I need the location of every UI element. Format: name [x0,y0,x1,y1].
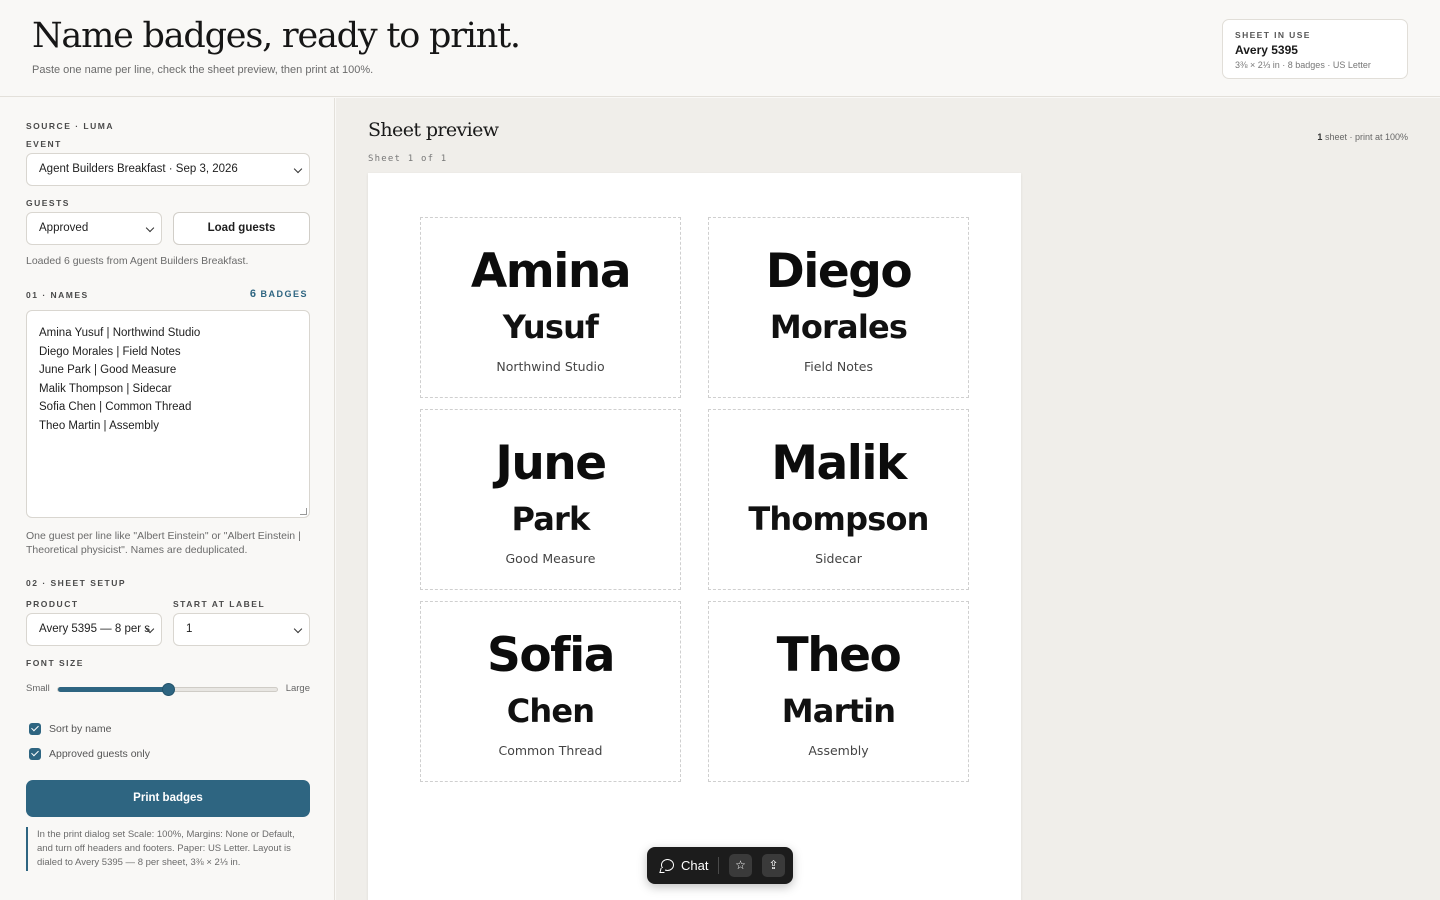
sheet-counter: Sheet 1 of 1 [368,154,448,164]
font-small-label: Small [26,683,50,694]
badge-first-name: Malik [771,436,907,491]
badge-last-name: Martin [781,692,896,730]
loaded-status: Loaded 6 guests from Agent Builders Brea… [26,255,249,267]
sheet-card-meta: 3⅜ × 2⅓ in · 8 badges · US Letter [1235,60,1371,70]
event-label: EVENT [26,139,62,149]
sheet-card-product: Avery 5395 [1235,43,1298,57]
product-select-value: Avery 5395 — 8 per s [39,623,151,635]
print-instructions-note: In the print dialog set Scale: 100%, Mar… [26,827,310,871]
sheet-paper: Amina Yusuf Northwind Studio Diego Moral… [368,173,1021,900]
chevron-down-icon [145,223,155,233]
source-label: SOURCE · LUMA [26,121,114,131]
sort-by-name-label: Sort by name [49,723,112,735]
page-title: Name badges, ready to print. [32,16,521,56]
approved-only-label: Approved guests only [49,748,150,760]
event-select[interactable]: Agent Builders Breakfast · Sep 3, 2026 [26,153,310,186]
badge-card: Theo Martin Assembly [708,601,969,782]
page-subtitle: Paste one name per line, check the sheet… [32,64,374,76]
slider-fill [58,687,168,692]
event-select-value: Agent Builders Breakfast · Sep 3, 2026 [39,163,238,175]
print-badges-button[interactable]: Print badges [26,780,310,817]
checkbox-checked-icon[interactable] [29,723,41,735]
start-at-label-value: 1 [186,623,193,635]
load-guests-button[interactable]: Load guests [173,212,310,245]
font-size-slider[interactable] [57,683,278,696]
floating-chat-bar: Chat ☆ ⇪ [647,847,793,884]
guests-filter-select[interactable]: Approved [26,212,162,245]
preview-meta: 1 sheet · print at 100% [1317,132,1408,142]
names-line: Sofia Chen | Common Thread [39,401,192,413]
product-select[interactable]: Avery 5395 — 8 per s [26,613,162,646]
names-hint: One guest per line like "Albert Einstein… [26,530,301,556]
settings-sidebar: SOURCE · LUMA EVENT Agent Builders Break… [0,98,335,900]
badge-first-name: Amina [470,244,632,299]
chevron-down-icon [293,624,303,634]
resize-grip-icon[interactable] [300,508,307,515]
preview-title: Sheet preview [368,119,499,141]
preview-meta-text: sheet · print at 100% [1322,132,1408,142]
sheet-card-kicker: SHEET IN USE [1235,30,1311,40]
start-label: START AT LABEL [173,599,266,609]
start-at-label-select[interactable]: 1 [173,613,310,646]
preview-panel: Sheet preview 1 sheet · print at 100% Sh… [336,98,1440,900]
guests-filter-value: Approved [39,222,89,234]
badge-count: 6 BADGES [250,288,308,300]
slider-thumb[interactable] [161,683,175,696]
names-section-label: 01 · NAMES [26,290,89,300]
badge-organization: Good Measure [505,551,596,566]
badge-first-name: Sofia [487,628,615,683]
badge-count-label: BADGES [260,289,308,299]
names-line: Theo Martin | Assembly [39,419,159,432]
badge-organization: Field Notes [804,359,873,374]
names-textarea[interactable]: Amina Yusuf | Northwind Studio Diego Mor… [26,310,310,518]
badge-card: June Park Good Measure [420,409,681,590]
badge-count-number: 6 [249,288,258,300]
sheet-setup-label: 02 · SHEET SETUP [26,578,127,588]
font-size-label: FONT SIZE [26,658,84,668]
names-line: Diego Morales | Field Notes [39,345,181,358]
badge-organization: Sidecar [815,551,862,566]
checkbox-checked-icon[interactable] [29,748,41,760]
names-line: Malik Thompson | Sidecar [39,382,172,395]
badge-card: Malik Thompson Sidecar [708,409,969,590]
font-large-label: Large [285,683,310,694]
badge-card: Diego Morales Field Notes [708,217,969,398]
chatbar-divider [718,857,719,874]
badge-first-name: June [495,436,607,491]
names-line: June Park | Good Measure [39,364,177,376]
badge-organization: Common Thread [498,743,603,758]
star-icon[interactable]: ☆ [729,854,752,877]
badge-first-name: Theo [776,628,902,683]
badge-last-name: Thompson [748,500,929,538]
chat-label: Chat [681,858,709,873]
badge-card: Sofia Chen Common Thread [420,601,681,782]
product-label: PRODUCT [26,599,79,609]
chevron-down-icon [293,164,303,174]
badge-last-name: Morales [769,308,908,346]
app-header: Name badges, ready to print. Paste one n… [0,0,1440,97]
badge-organization: Northwind Studio [496,359,605,374]
badge-last-name: Park [511,500,590,538]
badge-card: Amina Yusuf Northwind Studio [420,217,681,398]
names-line: Amina Yusuf | Northwind Studio [39,327,201,339]
sheet-in-use-card: SHEET IN USE Avery 5395 3⅜ × 2⅓ in · 8 b… [1222,19,1408,79]
guests-label: GUESTS [26,198,70,208]
badge-last-name: Yusuf [502,308,599,346]
share-icon[interactable]: ⇪ [762,854,785,877]
font-size-slider-row: Small Large [26,682,310,696]
badge-last-name: Chen [506,692,595,730]
chat-bubble-icon [661,859,674,871]
badge-organization: Assembly [808,743,869,758]
badge-first-name: Diego [765,244,913,299]
